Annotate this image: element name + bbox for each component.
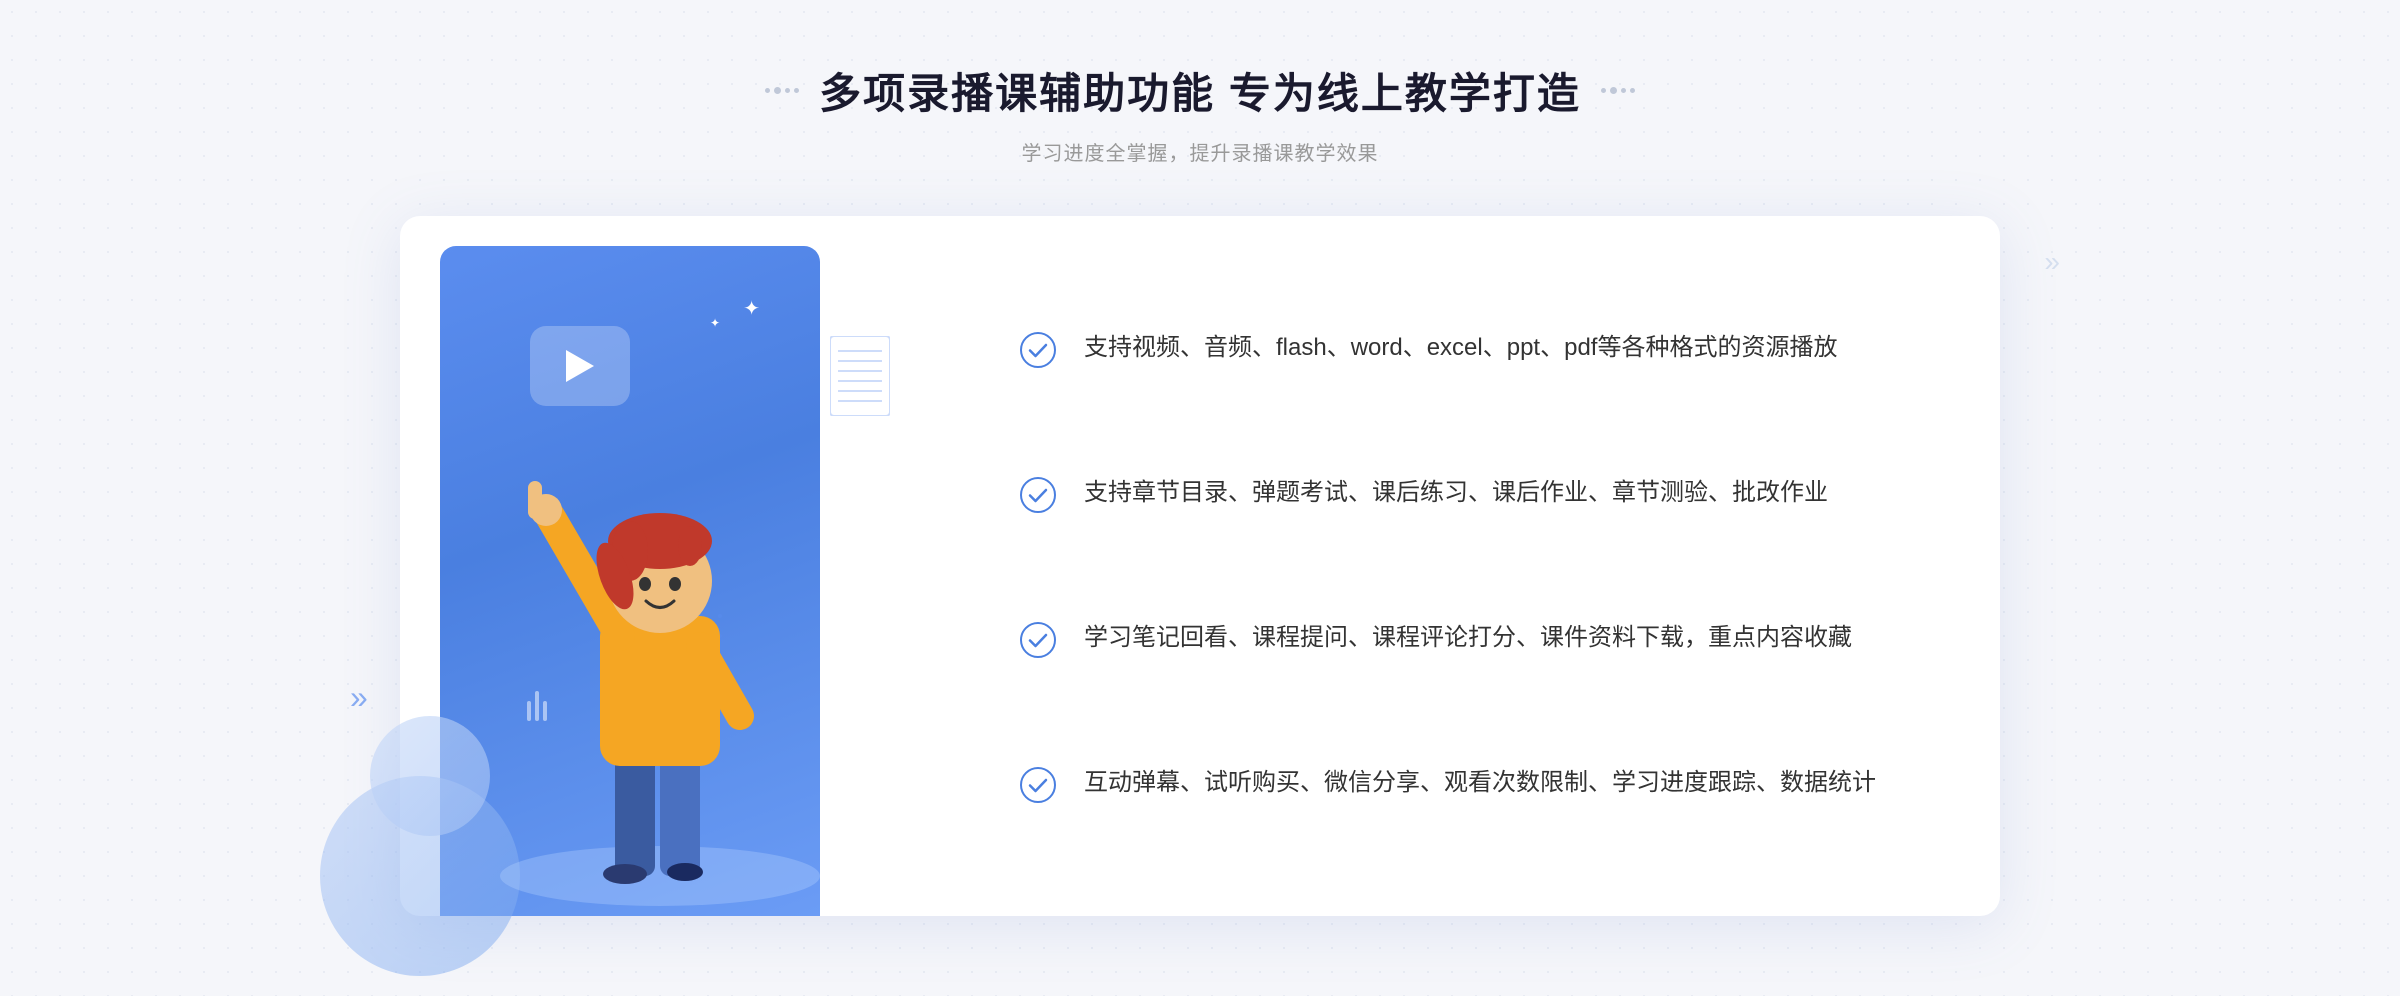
check-icon-1 <box>1020 332 1056 368</box>
header: 多项录播课辅助功能 专为线上教学打造 学习进度全掌握，提升录播课教学效果 <box>765 60 1635 166</box>
check-icon-4 <box>1020 767 1056 803</box>
page-title: 多项录播课辅助功能 专为线上教学打造 <box>819 60 1581 121</box>
feature-item-1: 支持视频、音频、flash、word、excel、ppt、pdf等各种格式的资源… <box>1020 308 1920 389</box>
feature-text-1: 支持视频、音频、flash、word、excel、ppt、pdf等各种格式的资源… <box>1084 328 1837 369</box>
decorative-dots-left <box>765 87 799 94</box>
feature-text-3: 学习笔记回看、课程提问、课程评论打分、课件资料下载，重点内容收藏 <box>1084 618 1852 659</box>
feature-item-3: 学习笔记回看、课程提问、课程评论打分、课件资料下载，重点内容收藏 <box>1020 598 1920 679</box>
header-subtitle: 学习进度全掌握，提升录播课教学效果 <box>765 137 1635 166</box>
feature-text-4: 互动弹幕、试听购买、微信分享、观看次数限制、学习进度跟踪、数据统计 <box>1084 763 1876 804</box>
header-title-row: 多项录播课辅助功能 专为线上教学打造 <box>765 60 1635 121</box>
chevron-left-icon: » <box>350 679 368 716</box>
illustration-area: ✦ ✦ » <box>400 216 920 916</box>
feature-text-2: 支持章节目录、弹题考试、课后练习、课后作业、章节测验、批改作业 <box>1084 473 1828 514</box>
feature-item-2: 支持章节目录、弹题考试、课后练习、课后作业、章节测验、批改作业 <box>1020 453 1920 534</box>
chevron-right-icon: » <box>2044 246 2060 278</box>
decorative-dots-right <box>1601 87 1635 94</box>
illustration-figure <box>420 316 900 916</box>
feature-item-4: 互动弹幕、试听购买、微信分享、观看次数限制、学习进度跟踪、数据统计 <box>1020 743 1920 824</box>
deco-lines <box>830 336 890 421</box>
page-wrapper: 多项录播课辅助功能 专为线上教学打造 学习进度全掌握，提升录播课教学效果 ✦ ✦ <box>0 0 2400 996</box>
check-icon-3 <box>1020 622 1056 658</box>
main-card: ✦ ✦ » <box>400 216 2000 916</box>
check-icon-2 <box>1020 477 1056 513</box>
content-area: 支持视频、音频、flash、word、excel、ppt、pdf等各种格式的资源… <box>920 216 2000 916</box>
